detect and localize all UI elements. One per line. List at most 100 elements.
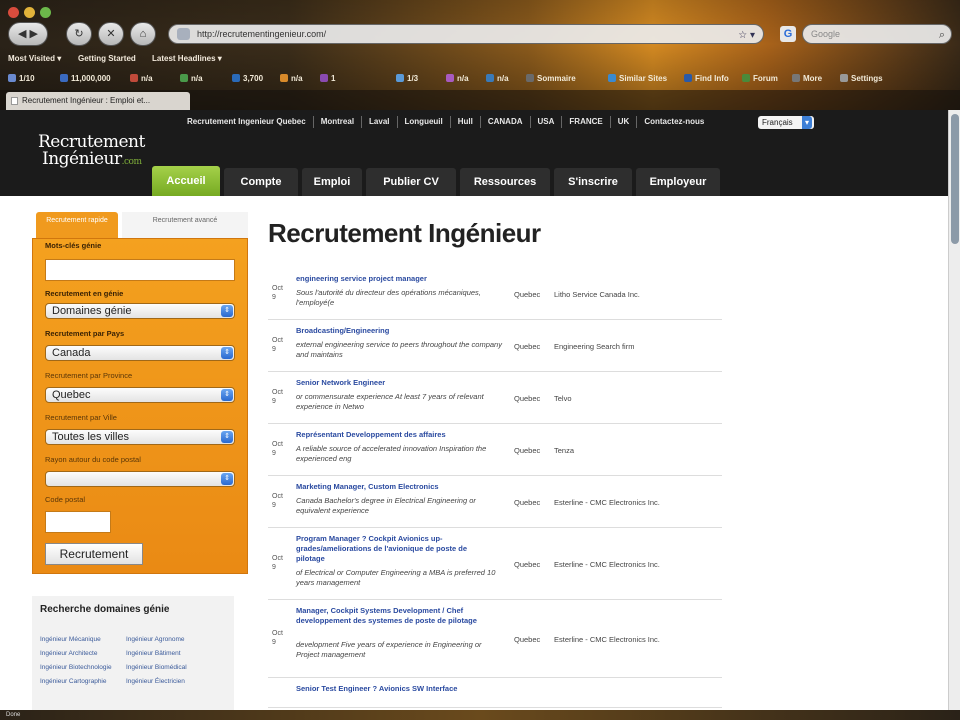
browser-tab-active[interactable]: Recrutement Ingénieur : Emploi et... <box>6 92 190 110</box>
domain-link[interactable]: Ingénieur Biomédical <box>126 664 212 678</box>
addon-item[interactable]: 1 <box>320 74 335 83</box>
zip-input[interactable] <box>45 511 111 533</box>
forum-icon <box>742 74 750 82</box>
addon-item[interactable]: 3,700 <box>232 74 263 83</box>
tab-advanced-search[interactable]: Recrutement avancé <box>122 212 248 240</box>
addon-item[interactable]: Sommaire <box>526 74 576 83</box>
job-row[interactable]: Oct 9 Senior Network Engineer or commensura… <box>268 372 722 424</box>
stop-icon[interactable]: ✕ <box>98 22 124 46</box>
tab-quick-search[interactable]: Recrutement rapide <box>36 212 118 240</box>
addon-item[interactable]: n/a <box>486 74 509 83</box>
backlinks-icon <box>130 74 138 82</box>
nav-publier-cv[interactable]: Publier CV <box>366 168 456 196</box>
toplink-montreal[interactable]: Montreal <box>314 116 363 128</box>
toplink-canada[interactable]: CANADA <box>481 116 531 128</box>
province-select[interactable]: Quebec ⇕ <box>45 387 235 403</box>
job-title-link[interactable]: engineering service project manager <box>296 274 496 284</box>
domain-link[interactable]: Ingénieur Bâtiment <box>126 650 212 664</box>
job-title-link[interactable]: Broadcasting/Engineering <box>296 326 496 336</box>
toplink-usa[interactable]: USA <box>531 116 563 128</box>
job-title-link[interactable]: Marketing Manager, Custom Electronics <box>296 482 496 492</box>
bookmark-getting-started[interactable]: Getting Started <box>78 54 136 63</box>
toplink-france[interactable]: FRANCE <box>562 116 611 128</box>
bookmark-star-icon[interactable]: ☆ ▾ <box>738 27 755 45</box>
scrollbar-thumb[interactable] <box>951 114 959 244</box>
toplink-hull[interactable]: Hull <box>451 116 481 128</box>
site-logo[interactable]: Recrutement Ingénieur.com <box>38 134 145 171</box>
job-title-link[interactable]: Senior Test Engineer ? Avionics SW Inter… <box>296 684 496 694</box>
language-select[interactable]: Français <box>758 116 814 129</box>
keyword-input[interactable] <box>45 259 235 281</box>
domains-box: Recherche domaines génie Ingénieur Mécan… <box>32 596 234 710</box>
search-input[interactable]: Google ⌕ <box>802 24 952 44</box>
job-company: Litho Service Canada Inc. <box>554 290 640 299</box>
addon-item[interactable]: Forum <box>742 74 778 83</box>
domain-link[interactable]: Ingénieur Agronome <box>126 636 212 650</box>
domain-link[interactable]: Ingénieur Électricien <box>126 678 212 692</box>
domain-link[interactable]: Ingénieur Cartographie <box>40 678 126 692</box>
job-row[interactable]: Oct 9 Marketing Manager, Custom Electronic… <box>268 476 722 528</box>
job-row[interactable]: Oct 9 Broadcasting/Engineering external eng… <box>268 320 722 372</box>
job-title-link[interactable]: Senior Network Engineer <box>296 378 496 388</box>
addon-item[interactable]: Similar Sites <box>608 74 667 83</box>
addon-item[interactable]: 1/3 <box>396 74 418 83</box>
domain-select[interactable]: Domaines génie ⇕ <box>45 303 235 319</box>
nav-employeur[interactable]: Employeur <box>636 168 720 196</box>
minimize-window-button[interactable] <box>24 7 35 18</box>
recrutement-submit-button[interactable]: Recrutement <box>45 543 143 565</box>
nav-ressources[interactable]: Ressources <box>460 168 550 196</box>
nav-emploi[interactable]: Emploi <box>302 168 362 196</box>
job-title-link[interactable]: Représentant Developpement des affaires <box>296 430 496 440</box>
job-company: Engineering Search firm <box>554 342 635 351</box>
country-select[interactable]: Canada ⇕ <box>45 345 235 361</box>
addon-item[interactable]: More <box>792 74 822 83</box>
bookmark-latest-headlines[interactable]: Latest Headlines ▾ <box>152 54 222 63</box>
settings-icon <box>840 74 848 82</box>
addon-item[interactable]: n/a <box>180 74 203 83</box>
toplink-longueuil[interactable]: Longueuil <box>398 116 451 128</box>
addon-item[interactable]: 1/10 <box>8 74 35 83</box>
city-select[interactable]: Toutes les villes ⇕ <box>45 429 235 445</box>
toplink-laval[interactable]: Laval <box>362 116 398 128</box>
addon-item[interactable]: n/a <box>280 74 303 83</box>
nav-compte[interactable]: Compte <box>224 168 298 196</box>
domain-link[interactable]: Ingénieur Mécanique <box>40 636 126 650</box>
radius-select[interactable]: ⇕ <box>45 471 235 487</box>
job-location: Quebec <box>514 342 541 351</box>
addon-item[interactable]: n/a <box>446 74 469 83</box>
job-date-month: Oct <box>272 441 283 448</box>
page-scrollbar[interactable] <box>948 110 960 710</box>
close-window-button[interactable] <box>8 7 19 18</box>
addon-item[interactable]: 11,000,000 <box>60 74 111 83</box>
home-icon[interactable]: ⌂ <box>130 22 156 46</box>
toplink-uk[interactable]: UK <box>611 116 638 128</box>
domain-link[interactable]: Ingénieur Biotechnologie <box>40 664 126 678</box>
job-company: Esterline - CMC Electronics Inc. <box>554 498 660 507</box>
job-row[interactable]: Oct 9 Program Manager ? Cockpit Avionics u… <box>268 528 722 600</box>
back-forward-button[interactable]: ◀ ▶ <box>8 22 48 46</box>
toplink-contact[interactable]: Contactez-nous <box>637 116 711 128</box>
stumble-icon <box>320 74 328 82</box>
zoom-window-button[interactable] <box>40 7 51 18</box>
addon-toolbar: 1/10 11,000,000 n/a n/a 3,700 n/a 1 1/3 … <box>0 72 960 88</box>
reload-icon[interactable]: ↻ <box>66 22 92 46</box>
job-row[interactable]: Oct 9 engineering service project manager S… <box>268 268 722 320</box>
addon-item[interactable]: Settings <box>840 74 883 83</box>
addon-item[interactable]: Find Info <box>684 74 729 83</box>
url-bar[interactable]: http://recrutementingenieur.com/ ☆ ▾ <box>168 24 764 44</box>
nav-accueil[interactable]: Accueil <box>152 166 220 196</box>
job-title-link[interactable]: Manager, Cockpit Systems Development / C… <box>296 606 496 626</box>
job-title-link[interactable]: Program Manager ? Cockpit Avionics up-gr… <box>296 534 496 564</box>
job-row[interactable]: Senior Test Engineer ? Avionics SW Inter… <box>268 678 722 708</box>
bookmark-most-visited[interactable]: Most Visited ▾ <box>8 54 61 63</box>
top-links: Recrutement Ingenieur Quebec Montreal Lava… <box>180 116 711 132</box>
select-arrows-icon: ⇕ <box>221 305 233 317</box>
search-engine-icon[interactable]: G <box>780 26 796 42</box>
nav-sinscrire[interactable]: S'inscrire <box>554 168 632 196</box>
search-icon[interactable]: ⌕ <box>939 26 945 44</box>
toplink-quebec[interactable]: Recrutement Ingenieur Quebec <box>180 116 314 128</box>
job-row[interactable]: Oct 9 Manager, Cockpit Systems Development… <box>268 600 722 678</box>
domain-link[interactable]: Ingénieur Architecte <box>40 650 126 664</box>
job-row[interactable]: Oct 9 Représentant Developpement des affai… <box>268 424 722 476</box>
addon-item[interactable]: n/a <box>130 74 153 83</box>
